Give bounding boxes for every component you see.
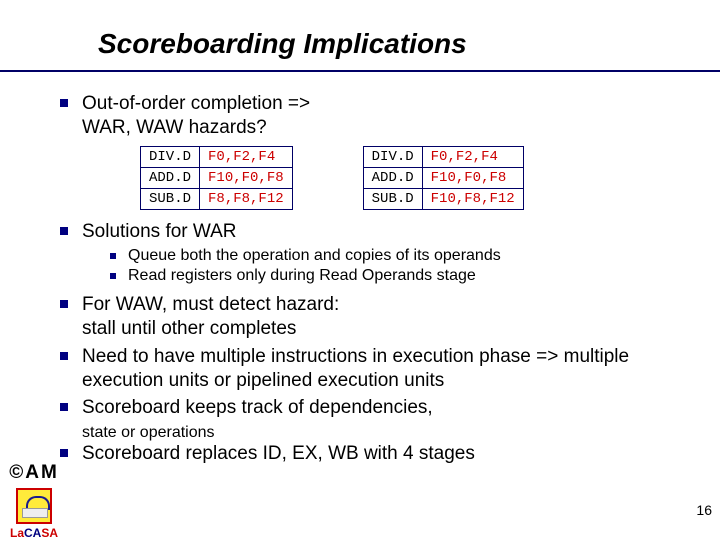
bullet-icon	[60, 403, 68, 411]
bullet-2a: Queue both the operation and copies of i…	[110, 247, 680, 265]
bullet-icon	[110, 273, 116, 279]
table-row: DIV.DF0,F2,F4	[141, 146, 293, 167]
op-cell: SUB.D	[141, 188, 200, 209]
page-number: 16	[696, 502, 712, 518]
lacasa-p1: La	[10, 526, 24, 540]
reg-cell: F10,F0,F8	[422, 167, 523, 188]
bullet-1-text: Out-of-order completion => WAR, WAW haza…	[82, 92, 310, 140]
title-underline	[0, 70, 720, 72]
bullet-6: Scoreboard replaces ID, EX, WB with 4 st…	[60, 442, 680, 466]
reg-cell: F0,F2,F4	[200, 146, 293, 167]
bullet-3-text: For WAW, must detect hazard: stall until…	[82, 293, 339, 341]
bullet-6-text: Scoreboard replaces ID, EX, WB with 4 st…	[82, 442, 475, 466]
bullet-3: For WAW, must detect hazard: stall until…	[60, 293, 680, 341]
op-cell: ADD.D	[141, 167, 200, 188]
bullet-2-text: Solutions for WAR	[82, 220, 237, 244]
reg-cell: F0,F2,F4	[422, 146, 523, 167]
bullet-2b-text: Read registers only during Read Operands…	[128, 267, 476, 285]
bullet-2: Solutions for WAR	[60, 220, 680, 244]
op-cell: DIV.D	[141, 146, 200, 167]
bullet-1: Out-of-order completion => WAR, WAW haza…	[60, 92, 680, 140]
slide-title: Scoreboarding Implications	[98, 28, 467, 60]
op-cell: DIV.D	[363, 146, 422, 167]
lacasa-icon	[16, 488, 52, 524]
copyright-am: ©AM	[4, 462, 64, 484]
bullet-icon	[110, 253, 116, 259]
bullet-icon	[60, 352, 68, 360]
table-row: SUB.DF8,F8,F12	[141, 188, 293, 209]
table-row: SUB.DF10,F8,F12	[363, 188, 523, 209]
bullet-2b: Read registers only during Read Operands…	[110, 267, 680, 285]
bullet-icon	[60, 449, 68, 457]
bullet-5b: state or operations	[82, 424, 680, 442]
table-row: DIV.DF0,F2,F4	[363, 146, 523, 167]
code-tables: DIV.DF0,F2,F4 ADD.DF10,F0,F8 SUB.DF8,F8,…	[140, 146, 680, 210]
op-cell: ADD.D	[363, 167, 422, 188]
lacasa-p2: CA	[24, 526, 41, 540]
table-left: DIV.DF0,F2,F4 ADD.DF10,F0,F8 SUB.DF8,F8,…	[140, 146, 293, 210]
reg-cell: F10,F8,F12	[422, 188, 523, 209]
bullet-2a-text: Queue both the operation and copies of i…	[128, 247, 501, 265]
lacasa-p3: SA	[41, 526, 58, 540]
bullet-5-text: Scoreboard keeps track of dependencies,	[82, 396, 433, 420]
bullet-4: Need to have multiple instructions in ex…	[60, 345, 680, 393]
op-cell: SUB.D	[363, 188, 422, 209]
table-right: DIV.DF0,F2,F4 ADD.DF10,F0,F8 SUB.DF10,F8…	[363, 146, 524, 210]
reg-cell: F8,F8,F12	[200, 188, 293, 209]
table-row: ADD.DF10,F0,F8	[363, 167, 523, 188]
footer-logo: ©AM LaCASA	[4, 462, 64, 540]
slide-body: Out-of-order completion => WAR, WAW haza…	[60, 92, 680, 470]
lacasa-text: LaCASA	[4, 526, 64, 540]
bullet-icon	[60, 300, 68, 308]
reg-cell: F10,F0,F8	[200, 167, 293, 188]
bullet-4-text: Need to have multiple instructions in ex…	[82, 345, 680, 393]
table-row: ADD.DF10,F0,F8	[141, 167, 293, 188]
bullet-icon	[60, 99, 68, 107]
bullet-5: Scoreboard keeps track of dependencies,	[60, 396, 680, 420]
bullet-icon	[60, 227, 68, 235]
